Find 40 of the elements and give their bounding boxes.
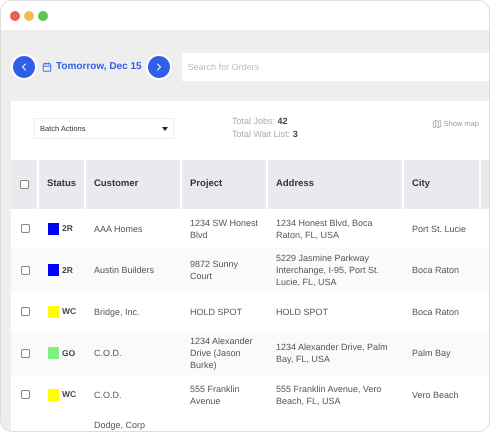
address-cell-text: 1234 Honest Blvd, Boca Raton, FL, USA xyxy=(275,216,374,242)
project-cell-text: 1234 SW Honest Blvd xyxy=(189,216,260,242)
city-cell-text: Palm Bay xyxy=(411,347,452,360)
map-icon xyxy=(432,118,442,129)
project-cell-text: 9872 Sunny Court xyxy=(189,258,240,283)
customer-cell-text: C.O.D. xyxy=(93,388,123,402)
address-cell-text: HOLD SPOT xyxy=(275,306,330,318)
checkbox[interactable] xyxy=(20,266,30,274)
calendar-icon xyxy=(42,62,52,72)
wait-list-label: Total Wait List: 3 xyxy=(232,128,298,141)
status-code: WC xyxy=(62,305,76,318)
address-cell-text: 555 Franklin Avenue, Vero Beach, FL, USA xyxy=(275,382,382,408)
status-code: GO xyxy=(62,346,76,360)
project-cell-text: 1234 Alexander Drive (Jason Burke) xyxy=(189,337,254,369)
status-code: 2R xyxy=(62,264,73,276)
customer-cell-text: C.O.D. xyxy=(93,347,123,360)
customer-cell-text: Bridge, Inc. xyxy=(93,306,141,319)
checkbox[interactable] xyxy=(20,348,30,358)
next-day-button[interactable] xyxy=(146,54,172,80)
project-cell-text: HOLD SPOT xyxy=(189,306,244,318)
project-cell-text: 555 Franklin Avenue xyxy=(189,382,241,408)
city-cell-text: Vero Beach xyxy=(411,388,460,402)
total-jobs-label: Total Jobs: 42 xyxy=(232,115,289,128)
checkbox[interactable] xyxy=(20,307,30,316)
status-code: WC xyxy=(62,388,76,401)
city-cell-text: Port St. Lucie xyxy=(411,222,468,236)
status-code: 2R xyxy=(62,222,73,235)
checkbox[interactable] xyxy=(20,224,30,233)
checkbox[interactable] xyxy=(20,390,30,399)
customer-cell-text: Dodge, Corp xyxy=(93,419,146,431)
city-cell-text: Boca Raton xyxy=(411,264,460,277)
search-field[interactable]: Search for Orders xyxy=(182,52,489,80)
previous-day-button[interactable] xyxy=(11,54,37,80)
customer-cell-text: AAA Homes xyxy=(93,222,144,236)
checkbox[interactable] xyxy=(20,180,28,189)
address-cell-text: 1234 Alexander Drive, Palm Bay, FL, USA xyxy=(275,341,389,366)
address-cell-text: 5229 Jasmine Parkway Interchange, I-95, Port St. Lucie, FL, USA xyxy=(275,254,380,286)
date-label[interactable]: Tomorrow, Dec 15 xyxy=(56,59,142,74)
customer-cell-text: Austin Builders xyxy=(93,264,156,277)
city-cell-text: Boca Raton xyxy=(411,306,460,318)
